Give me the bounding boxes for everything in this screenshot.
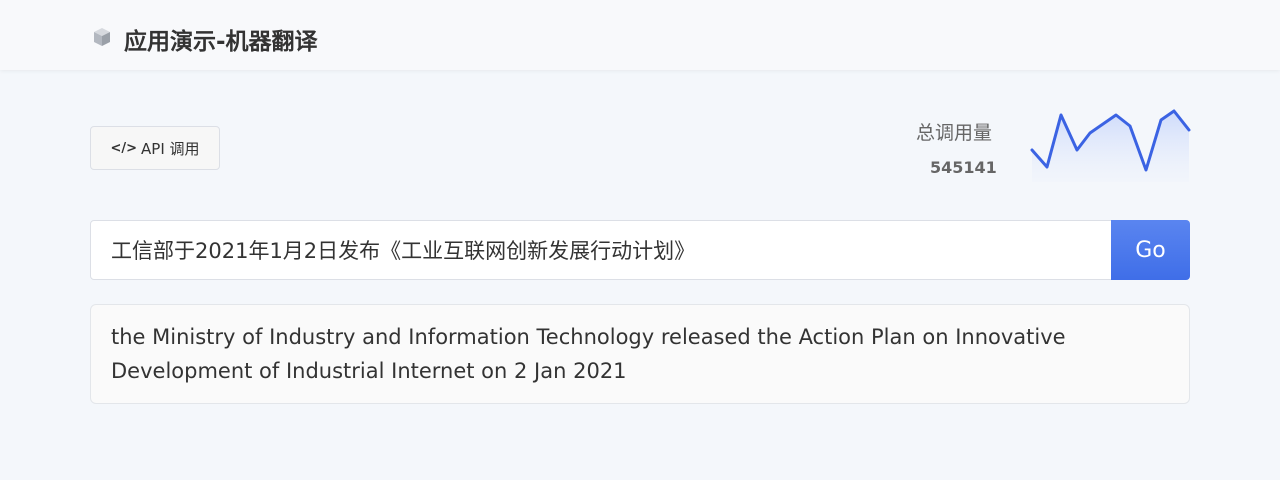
cube-icon [94, 28, 110, 46]
code-icon: </> [110, 140, 138, 156]
total-usage-label: 总调用量 [916, 122, 993, 144]
source-text-input[interactable] [91, 221, 1111, 279]
translate-input-group: Go [90, 220, 1190, 280]
sparkline-area [1032, 111, 1189, 182]
total-usage-value: 545141 [930, 158, 997, 177]
usage-sparkline [1030, 109, 1191, 182]
page-title: 应用演示-机器翻译 [124, 29, 318, 55]
translation-result-text: the Ministry of Industry and Information… [111, 325, 1066, 383]
app-header: 应用演示-机器翻译 [0, 0, 1280, 70]
api-call-button[interactable]: </> API 调用 [90, 126, 220, 170]
go-button[interactable]: Go [1111, 220, 1190, 280]
translation-result-box: the Ministry of Industry and Information… [90, 304, 1190, 404]
api-call-label: API 调用 [141, 139, 200, 158]
